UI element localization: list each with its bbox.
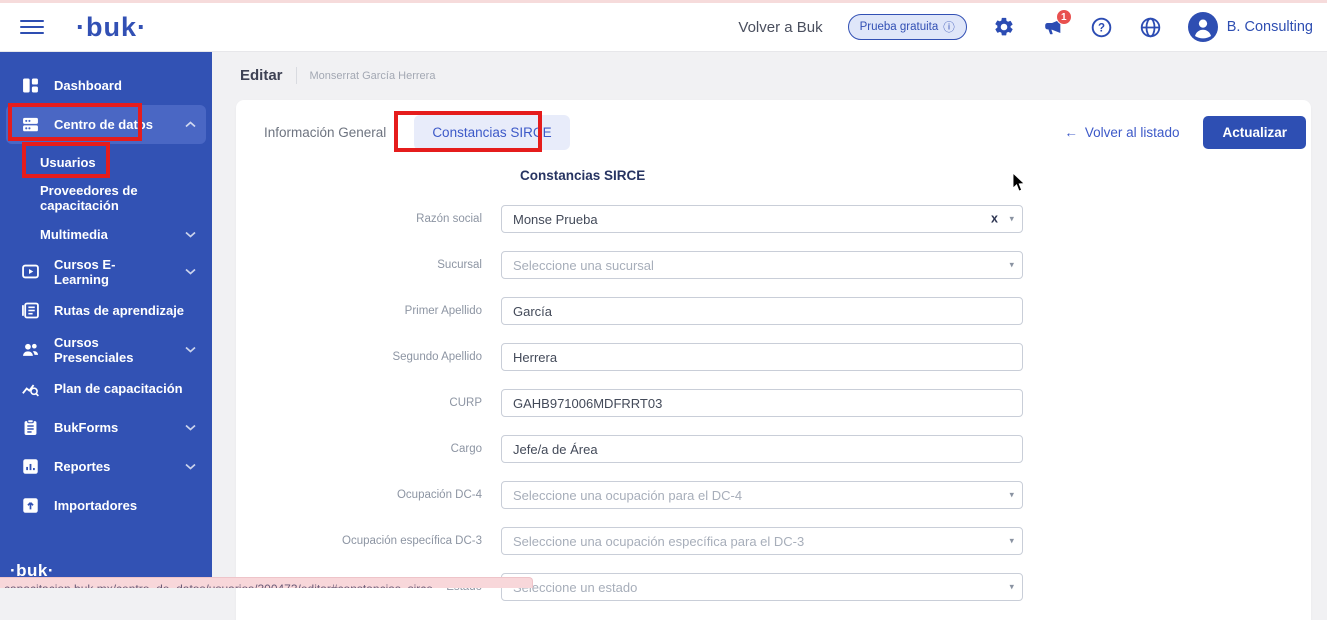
field-label-ocupacion-especifica-dc3: Ocupación específica DC-3: [236, 535, 501, 547]
curp-input[interactable]: [501, 389, 1023, 417]
chevron-down-icon: [185, 346, 196, 353]
sidebar-item-bukforms[interactable]: BukForms: [0, 408, 212, 447]
settings-gear-icon[interactable]: [992, 15, 1016, 39]
chevron-up-icon: [185, 121, 196, 128]
top-header: ·buk· Volver a Buk Prueba gratuita ⓘ 1 ?…: [0, 3, 1327, 52]
database-icon: [22, 116, 39, 133]
tab-informacion-general[interactable]: Información General: [264, 115, 386, 150]
field-label-curp: CURP: [236, 397, 501, 409]
field-label-cargo: Cargo: [236, 443, 501, 455]
svg-text:?: ?: [1098, 22, 1105, 34]
ocupacion-especifica-dc3-select[interactable]: [501, 527, 1023, 555]
clipboard-icon: [22, 419, 39, 436]
segundo-apellido-input[interactable]: [501, 343, 1023, 371]
breadcrumb-divider: [296, 67, 297, 84]
browser-status-bar: capacitacion.buk.mx/centro_de_datos/usua…: [0, 577, 533, 588]
sidebar-item-rutas-aprendizaje[interactable]: Rutas de aprendizaje: [0, 291, 212, 330]
buk-logo: ·buk·: [76, 12, 147, 43]
form-row: Primer Apellido: [236, 297, 1311, 325]
sidebar-subitem-usuarios[interactable]: Usuarios: [0, 144, 212, 180]
field-label-ocupacion-dc4: Ocupación DC-4: [236, 489, 501, 501]
sidebar-item-reportes[interactable]: Reportes: [0, 447, 212, 486]
back-arrow-icon: ←: [1064, 125, 1078, 140]
field-label-razon-social: Razón social: [236, 213, 501, 225]
hamburger-menu-icon[interactable]: [20, 16, 44, 38]
chevron-down-icon: [185, 424, 196, 431]
card-header: Información General Constancias SIRCE ← …: [264, 115, 1306, 150]
chevron-down-icon: [185, 231, 196, 238]
sidebar-item-centro-de-datos[interactable]: Centro de datos: [6, 105, 206, 144]
primer-apellido-input[interactable]: [501, 297, 1023, 325]
field-label-segundo-apellido: Segundo Apellido: [236, 351, 501, 363]
clear-icon[interactable]: x: [991, 212, 998, 226]
tab-constancias-sirce[interactable]: Constancias SIRCE: [414, 115, 569, 150]
sidebar-item-cursos-presenciales[interactable]: Cursos Presenciales: [0, 330, 212, 369]
razon-social-combo[interactable]: [501, 205, 1023, 233]
field-label-sucursal: Sucursal: [236, 259, 501, 271]
sucursal-select[interactable]: [501, 251, 1023, 279]
breadcrumb: Editar Monserrat García Herrera: [240, 67, 435, 84]
field-label-primer-apellido: Primer Apellido: [236, 305, 501, 317]
import-upload-icon: [22, 497, 39, 514]
user-menu[interactable]: B. Consulting: [1188, 12, 1313, 42]
sidebar-item-importadores[interactable]: Importadores: [0, 486, 212, 525]
cargo-input[interactable]: [501, 435, 1023, 463]
chevron-down-icon: [185, 463, 196, 470]
trial-badge[interactable]: Prueba gratuita ⓘ: [848, 14, 967, 40]
ocupacion-dc4-select[interactable]: [501, 481, 1023, 509]
dashboard-icon: [22, 77, 39, 94]
form-row: Razón social x ▾: [236, 205, 1311, 233]
notification-count-badge: 1: [1056, 9, 1072, 25]
page-title: Editar: [240, 67, 283, 84]
user-name: B. Consulting: [1227, 19, 1313, 35]
edit-user-card: Información General Constancias SIRCE ← …: [236, 100, 1311, 620]
sidebar-item-plan-capacitacion[interactable]: Plan de capacitación: [0, 369, 212, 408]
estado-select[interactable]: [501, 573, 1023, 601]
sidebar-subitem-multimedia[interactable]: Multimedia: [0, 216, 212, 252]
info-icon: ⓘ: [943, 19, 955, 35]
form-row: Segundo Apellido: [236, 343, 1311, 371]
form-row: Cargo: [236, 435, 1311, 463]
sidebar-nav: Dashboard Centro de datos Usuarios Prove…: [0, 52, 212, 588]
back-to-buk-link[interactable]: Volver a Buk: [738, 19, 822, 36]
chart-magnifier-icon: [22, 380, 39, 397]
people-icon: [22, 341, 39, 358]
form-row: Ocupación específica DC-3 ▾: [236, 527, 1311, 555]
update-button[interactable]: Actualizar: [1203, 116, 1306, 149]
sidebar-item-cursos-elearning[interactable]: Cursos E-Learning: [0, 252, 212, 291]
form-row: Sucursal ▾: [236, 251, 1311, 279]
form-row: Ocupación DC-4 ▾: [236, 481, 1311, 509]
form-row: CURP: [236, 389, 1311, 417]
form-section-title: Constancias SIRCE: [520, 168, 645, 183]
avatar: [1188, 12, 1218, 42]
video-play-icon: [22, 263, 39, 280]
journal-icon: [22, 302, 39, 319]
constancias-sirce-form: Razón social x ▾ Sucursal ▾ Primer Apell…: [236, 205, 1311, 619]
chevron-down-icon: [185, 268, 196, 275]
sidebar-item-dashboard[interactable]: Dashboard: [0, 66, 212, 105]
help-icon[interactable]: ?: [1090, 15, 1114, 39]
sidebar-subitem-proveedores[interactable]: Proveedores de capacitación: [0, 180, 212, 216]
back-to-list-link[interactable]: ← Volver al listado: [1064, 125, 1179, 140]
language-globe-icon[interactable]: [1139, 15, 1163, 39]
notifications-megaphone-icon[interactable]: 1: [1041, 15, 1065, 39]
breadcrumb-subtitle: Monserrat García Herrera: [310, 70, 436, 82]
bar-chart-icon: [22, 458, 39, 475]
